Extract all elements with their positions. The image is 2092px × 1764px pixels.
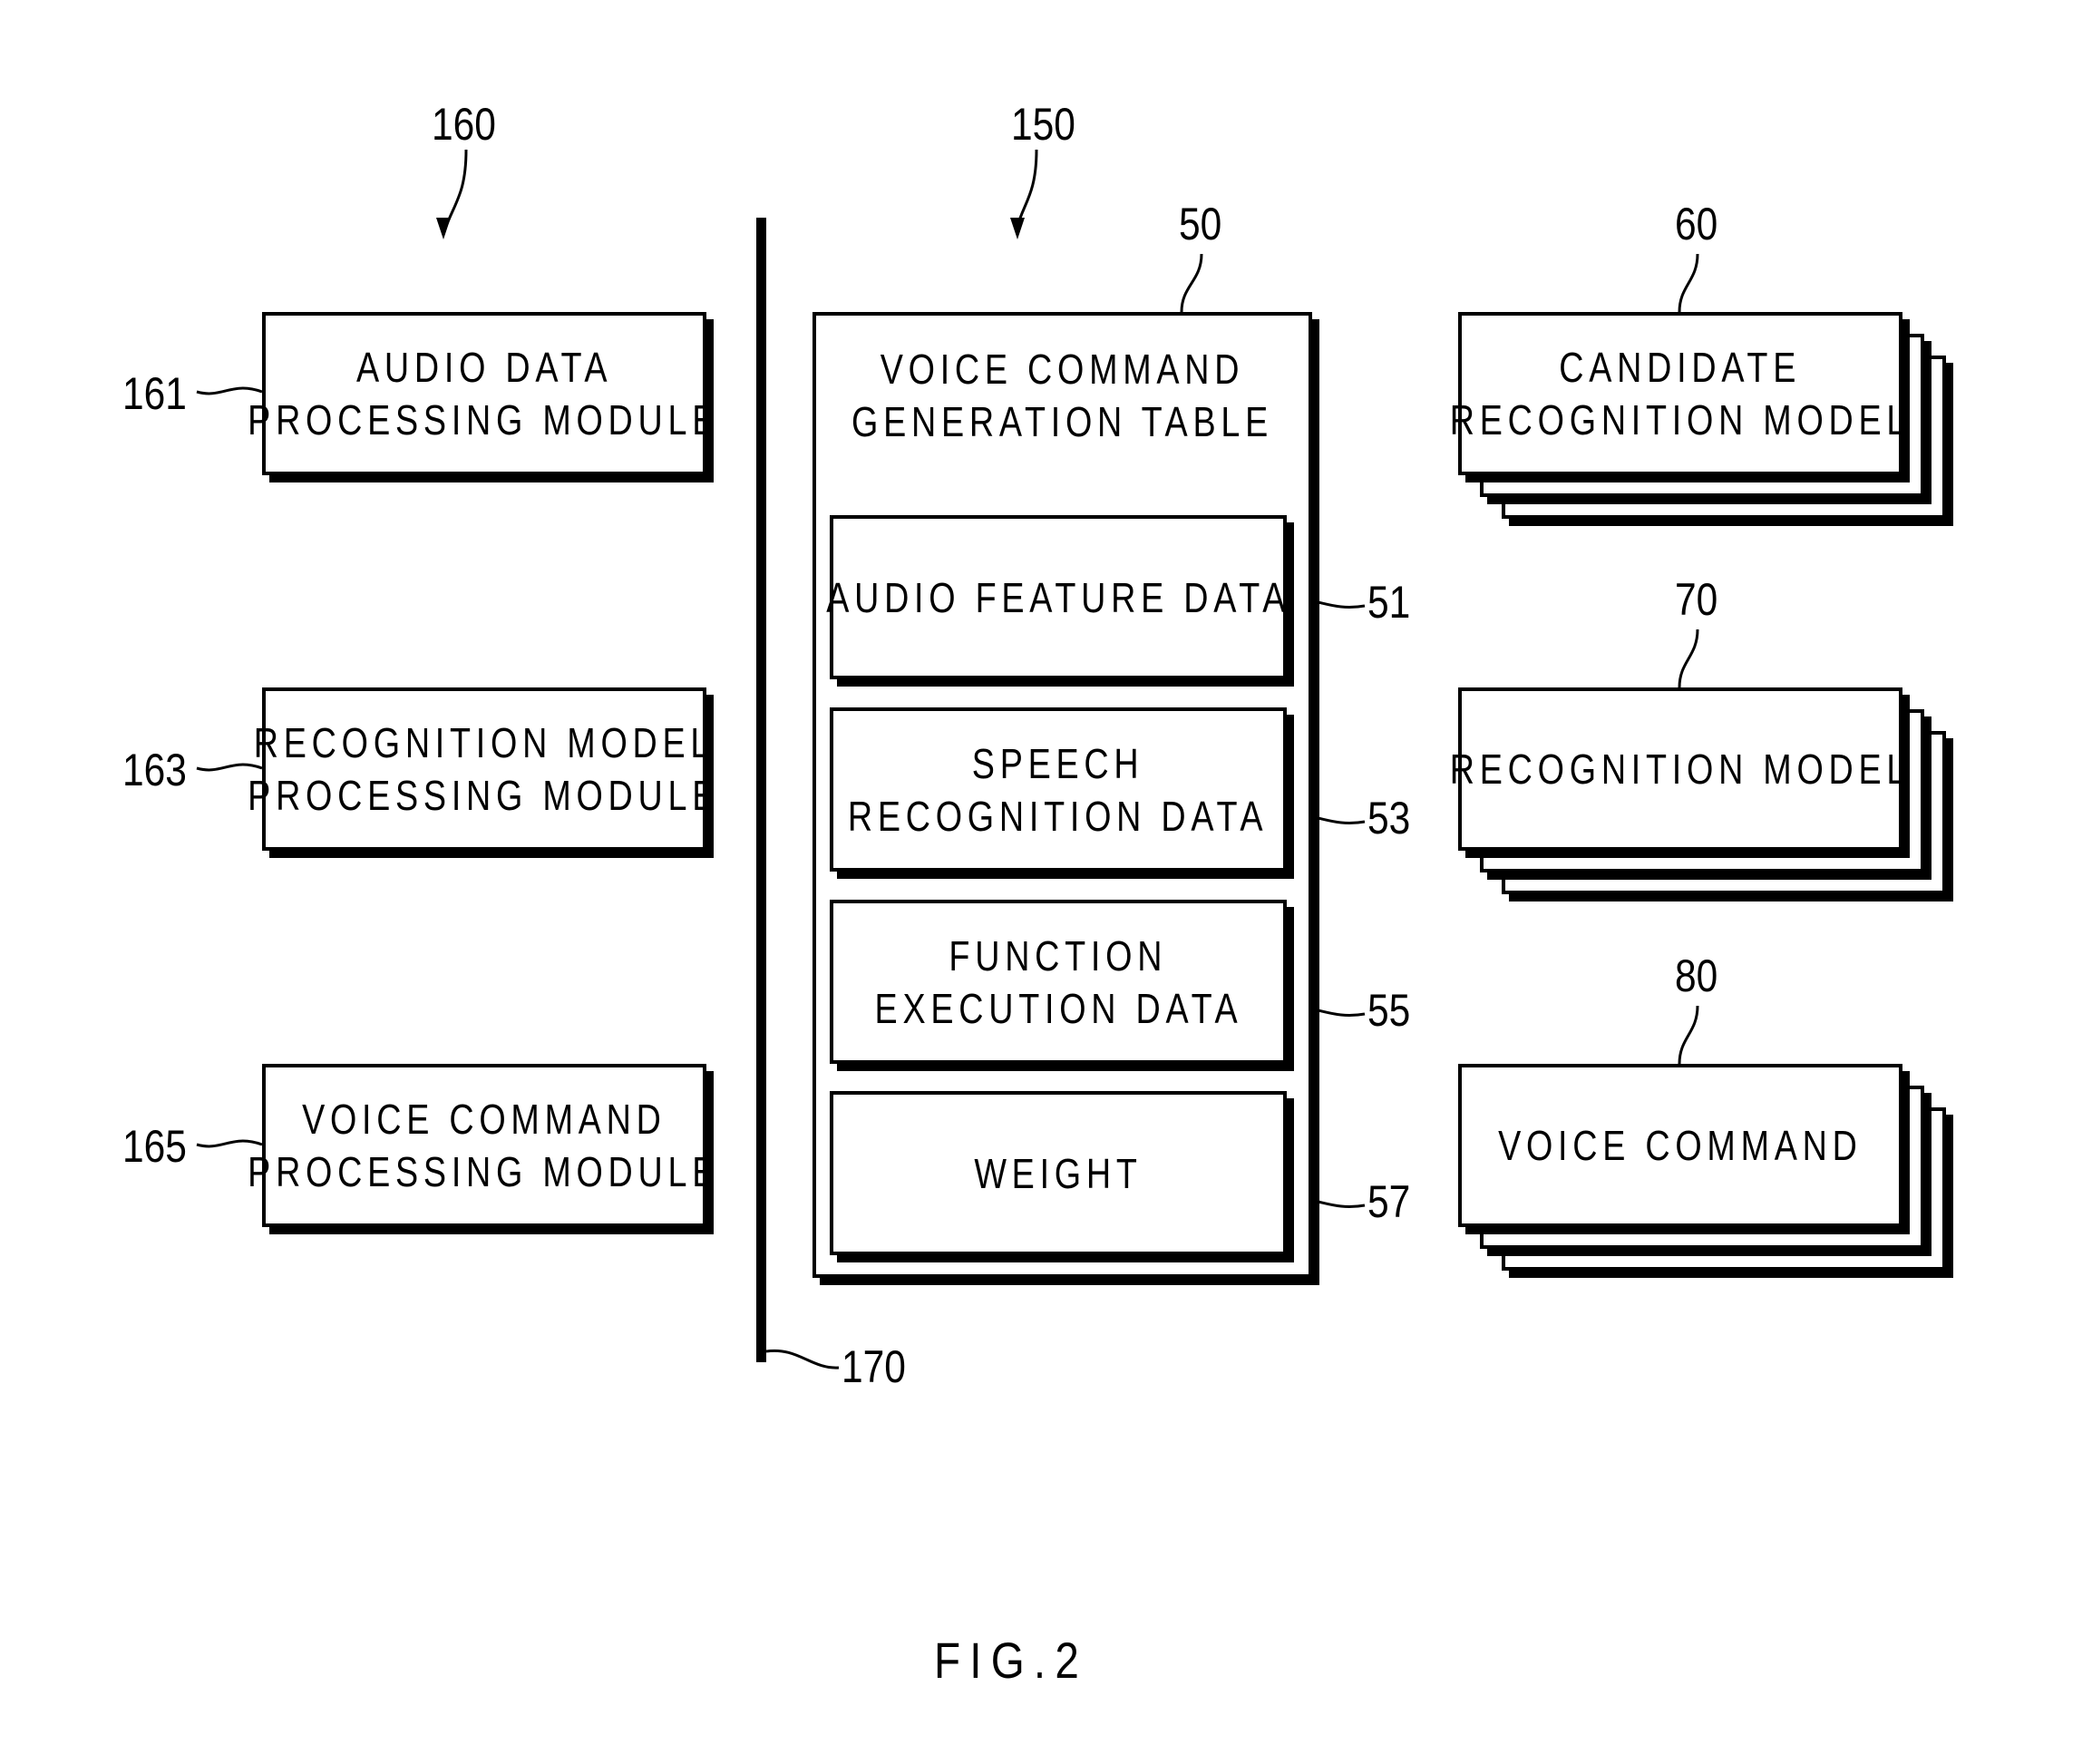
ref-60: 60: [1675, 199, 1718, 249]
stack-60-line-1: CANDIDATE: [1559, 344, 1802, 391]
table-50-leader: [1180, 253, 1203, 313]
ref-160: 160: [432, 99, 496, 150]
ref-163: 163: [122, 745, 187, 795]
ref-51: 51: [1367, 577, 1411, 628]
stack-70-line-1: RECOGNITION MODEL: [1449, 746, 1912, 793]
field-53-line-2: RECOGNITION DATA: [848, 792, 1269, 840]
table-title-line-1: VOICE COMMAND: [880, 346, 1245, 393]
module-161-line-1: AUDIO DATA: [355, 344, 613, 391]
stack-80-line-1: VOICE COMMAND: [1498, 1122, 1863, 1169]
voice-command-processing-module: VOICE COMMAND PROCESSING MODULE: [248, 1064, 715, 1227]
audio-data-processing-module: AUDIO DATA PROCESSING MODULE: [248, 312, 715, 475]
field-55-line-2: EXECUTION DATA: [874, 984, 1242, 1032]
ref-55: 55: [1367, 985, 1411, 1036]
ref-80: 80: [1675, 950, 1718, 1001]
recognition-model-processing-module: RECOGNITION MODEL PROCESSING MODULE: [248, 687, 715, 851]
ref-57: 57: [1367, 1176, 1411, 1227]
ref-161: 161: [122, 368, 187, 419]
figure-caption: FIG.2: [934, 1632, 1089, 1689]
ref-70: 70: [1675, 574, 1718, 625]
field-57-line-1: WEIGHT: [974, 1149, 1143, 1197]
table-title: VOICE COMMAND GENERATION TABLE: [805, 343, 1319, 448]
ref-53: 53: [1367, 793, 1411, 843]
module-165-line-2: PROCESSING MODULE: [248, 1148, 721, 1195]
module-165-line-1: VOICE COMMAND: [302, 1096, 667, 1143]
function-execution-data-field: FUNCTION EXECUTION DATA: [830, 900, 1287, 1064]
voice-command: VOICE COMMAND: [1458, 1064, 1902, 1227]
field-51-line-1: AUDIO FEATURE DATA: [826, 573, 1290, 621]
module-163-line-2: PROCESSING MODULE: [248, 772, 721, 819]
group-150-arrow-stem: [1016, 149, 1038, 228]
weight-field: WEIGHT: [830, 1091, 1287, 1255]
field-53-line-1: SPEECH: [972, 739, 1144, 787]
field-55-line-1: FUNCTION: [949, 931, 1168, 979]
stack-60-leader: [1678, 253, 1699, 313]
table-title-line-2: GENERATION TABLE: [851, 398, 1273, 445]
stack-60-line-2: RECOGNITION MODEL: [1449, 396, 1912, 443]
group-160-arrow-head: [436, 218, 451, 239]
bus-leader-line: [765, 1349, 840, 1369]
speech-recognition-data-field: SPEECH RECOGNITION DATA: [830, 707, 1287, 872]
recognition-model: RECOGNITION MODEL: [1450, 687, 1905, 851]
stack-80-leader: [1678, 1005, 1699, 1065]
ref-170: 170: [842, 1341, 906, 1392]
stack-70-leader: [1678, 629, 1699, 688]
group-150-arrow-head: [1010, 218, 1025, 239]
ref-150: 150: [1011, 99, 1075, 150]
bus-line: [756, 218, 766, 1362]
audio-feature-data-field: AUDIO FEATURE DATA: [826, 515, 1287, 679]
candidate-recognition-model: CANDIDATE RECOGNITION MODEL: [1450, 312, 1905, 475]
module-163-line-1: RECOGNITION MODEL: [253, 719, 715, 766]
ref-165: 165: [122, 1121, 187, 1172]
ref-50: 50: [1179, 199, 1222, 249]
module-161-line-2: PROCESSING MODULE: [248, 396, 721, 443]
